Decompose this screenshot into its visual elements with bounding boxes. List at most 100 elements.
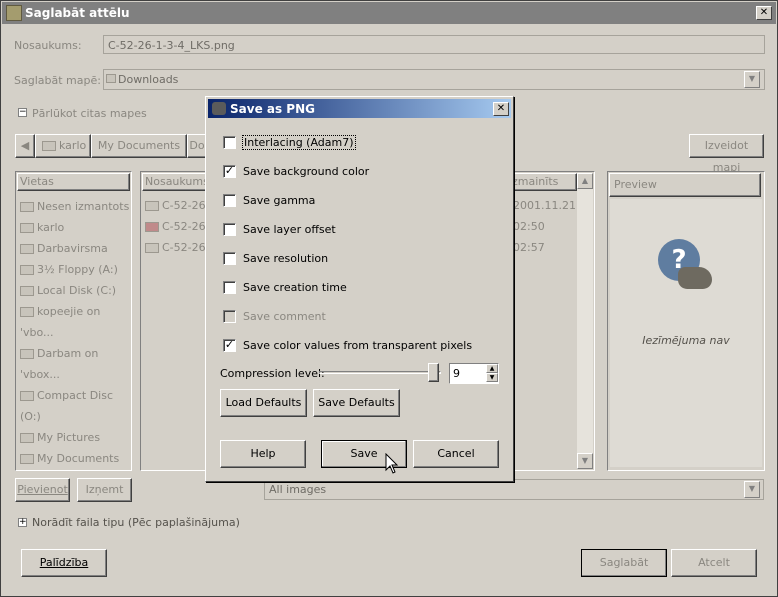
checkbox-label: Save comment <box>243 310 326 323</box>
file-filter-combo[interactable]: All images <box>264 479 764 500</box>
place-item[interactable]: Local Disk (C:) <box>20 280 131 301</box>
place-item[interactable]: Darbavirsma <box>20 238 131 259</box>
folder-icon <box>20 223 34 233</box>
floppy-icon <box>20 265 34 275</box>
checkbox-label: Save color values from transparent pixel… <box>243 339 473 352</box>
mouse-cursor-icon <box>385 453 399 474</box>
dialog-cancel-button[interactable]: Cancel <box>413 440 499 468</box>
save-defaults-button[interactable]: Save Defaults <box>313 389 400 417</box>
place-icon <box>20 202 34 212</box>
preview-toggle-button[interactable]: Preview <box>609 173 761 197</box>
checkbox[interactable] <box>223 194 236 207</box>
modified-list: 2001.11.21. 02:50 02:57 <box>513 195 579 258</box>
save-button[interactable]: Saglabāt <box>581 549 667 577</box>
help-button[interactable]: Palīdzība <box>21 549 107 577</box>
add-bookmark-button[interactable]: Pievienot <box>15 478 70 502</box>
checkbox-label: Interlacing (Adam7) <box>242 135 356 150</box>
checkbox-label: Save background color <box>243 165 370 178</box>
image-file-icon <box>145 243 159 253</box>
expand-icon[interactable]: + <box>18 518 27 527</box>
folder-icon <box>20 244 34 254</box>
checkbox-checked[interactable]: ✓ <box>223 339 236 352</box>
checkbox-disabled <box>223 310 236 323</box>
path-button-downloads[interactable]: Do <box>187 134 207 158</box>
network-drive-icon <box>20 307 34 317</box>
image-file-icon <box>145 201 159 211</box>
filename-input[interactable]: C-52-26-1-3-4_LKS.png <box>103 35 765 54</box>
network-drive-icon <box>20 349 34 359</box>
load-defaults-button[interactable]: Load Defaults <box>220 389 307 417</box>
folder-icon <box>20 433 34 443</box>
disk-icon <box>20 286 34 296</box>
dialog-titlebar[interactable]: Save as PNG ✕ <box>208 99 511 118</box>
modified-cell: 02:50 <box>513 220 545 233</box>
place-item[interactable]: My Pictures <box>20 427 131 448</box>
path-button-my-documents[interactable]: My Documents <box>91 134 187 158</box>
folder-icon <box>42 141 56 151</box>
dialog-help-button[interactable]: Help <box>220 440 306 468</box>
gimp-app-icon <box>6 5 22 21</box>
folder-dropdown-arrow-icon[interactable]: ▼ <box>744 71 760 88</box>
modified-cell: 02:57 <box>513 241 545 254</box>
no-selection-text: Iezīmējuma nav <box>642 334 730 347</box>
place-item[interactable]: Compact Disc (O:) <box>20 385 131 427</box>
place-item[interactable]: karlo <box>20 217 131 238</box>
scroll-up-icon[interactable]: ▲ <box>577 173 593 189</box>
gimp-mascot-icon <box>678 267 712 289</box>
file-type-expander-label[interactable]: Norādīt faila tipu (Pēc paplašinājuma) <box>32 516 240 529</box>
compression-value: 9 <box>453 367 460 380</box>
place-item[interactable]: 3½ Floppy (A:) <box>20 259 131 280</box>
checkbox[interactable] <box>223 281 236 294</box>
create-folder-button[interactable]: Izveidot mapi <box>689 134 764 174</box>
spin-up-icon[interactable]: ▲ <box>486 364 498 373</box>
places-pane: Vietas Nesen izmantots karlo Darbavirsma… <box>15 171 132 471</box>
checkbox-label: Save layer offset <box>243 223 336 236</box>
folder-icon <box>20 454 34 464</box>
scroll-down-icon[interactable]: ▼ <box>577 453 593 469</box>
places-list: Nesen izmantots karlo Darbavirsma 3½ Flo… <box>20 196 131 469</box>
places-header[interactable]: Vietas <box>17 173 130 191</box>
place-item[interactable]: My Documents <box>20 448 131 469</box>
main-titlebar[interactable]: Saglabāt attēlu ✕ <box>2 2 776 24</box>
main-window-title: Saglabāt attēlu <box>25 6 130 20</box>
checkbox-checked[interactable]: ✓ <box>223 165 236 178</box>
place-item[interactable]: kopeejie on 'vbo... <box>20 301 131 343</box>
browse-folders-label[interactable]: Pārlūkot citas mapes <box>32 107 147 120</box>
checkbox[interactable] <box>223 223 236 236</box>
folder-value: Downloads <box>118 73 179 86</box>
modified-column-header[interactable]: zmainīts <box>509 173 577 191</box>
place-item[interactable]: Nesen izmantots <box>20 196 131 217</box>
folder-icon <box>106 74 116 83</box>
gimp-icon <box>212 102 226 115</box>
name-column-header[interactable]: Nosaukums <box>142 173 212 191</box>
checkbox[interactable] <box>223 136 236 149</box>
preview-area: ? Iezīmējuma nav <box>610 199 762 467</box>
modified-cell: 2001.11.21. <box>513 199 580 212</box>
collapse-icon[interactable]: − <box>18 108 27 117</box>
path-button-karlo[interactable]: karlo <box>35 134 91 158</box>
image-file-icon <box>145 222 159 232</box>
file-list-scrollbar[interactable]: ▲ ▼ <box>577 173 593 469</box>
name-label: Nosaukums: <box>14 39 82 52</box>
compression-label: Compression level: <box>220 367 325 380</box>
checkbox-label: Save creation time <box>243 281 347 294</box>
filter-dropdown-arrow-icon[interactable]: ▼ <box>744 481 760 498</box>
compression-slider-track[interactable] <box>319 371 441 374</box>
preview-pane: Preview ? Iezīmējuma nav <box>607 171 765 471</box>
spin-down-icon[interactable]: ▼ <box>486 373 498 382</box>
save-folder-combo[interactable]: Downloads <box>103 69 765 90</box>
compression-slider-handle[interactable] <box>428 363 439 382</box>
main-close-button[interactable]: ✕ <box>756 6 772 20</box>
place-item[interactable]: Darbam on 'vbox... <box>20 343 131 385</box>
save-as-png-dialog: Save as PNG ✕ Interlacing (Adam7) ✓ Save… <box>205 96 514 482</box>
dialog-title: Save as PNG <box>230 102 315 116</box>
save-folder-label: Saglabāt mapē: <box>14 74 101 87</box>
checkbox-label: Save resolution <box>243 252 329 265</box>
dialog-close-button[interactable]: ✕ <box>493 102 509 116</box>
remove-bookmark-button[interactable]: Izņemt <box>77 478 132 502</box>
checkbox-label: Save gamma <box>243 194 316 207</box>
checkbox[interactable] <box>223 252 236 265</box>
cancel-button[interactable]: Atcelt <box>671 549 757 577</box>
cd-icon <box>20 391 34 401</box>
path-back-button[interactable]: ◀ <box>15 134 35 158</box>
